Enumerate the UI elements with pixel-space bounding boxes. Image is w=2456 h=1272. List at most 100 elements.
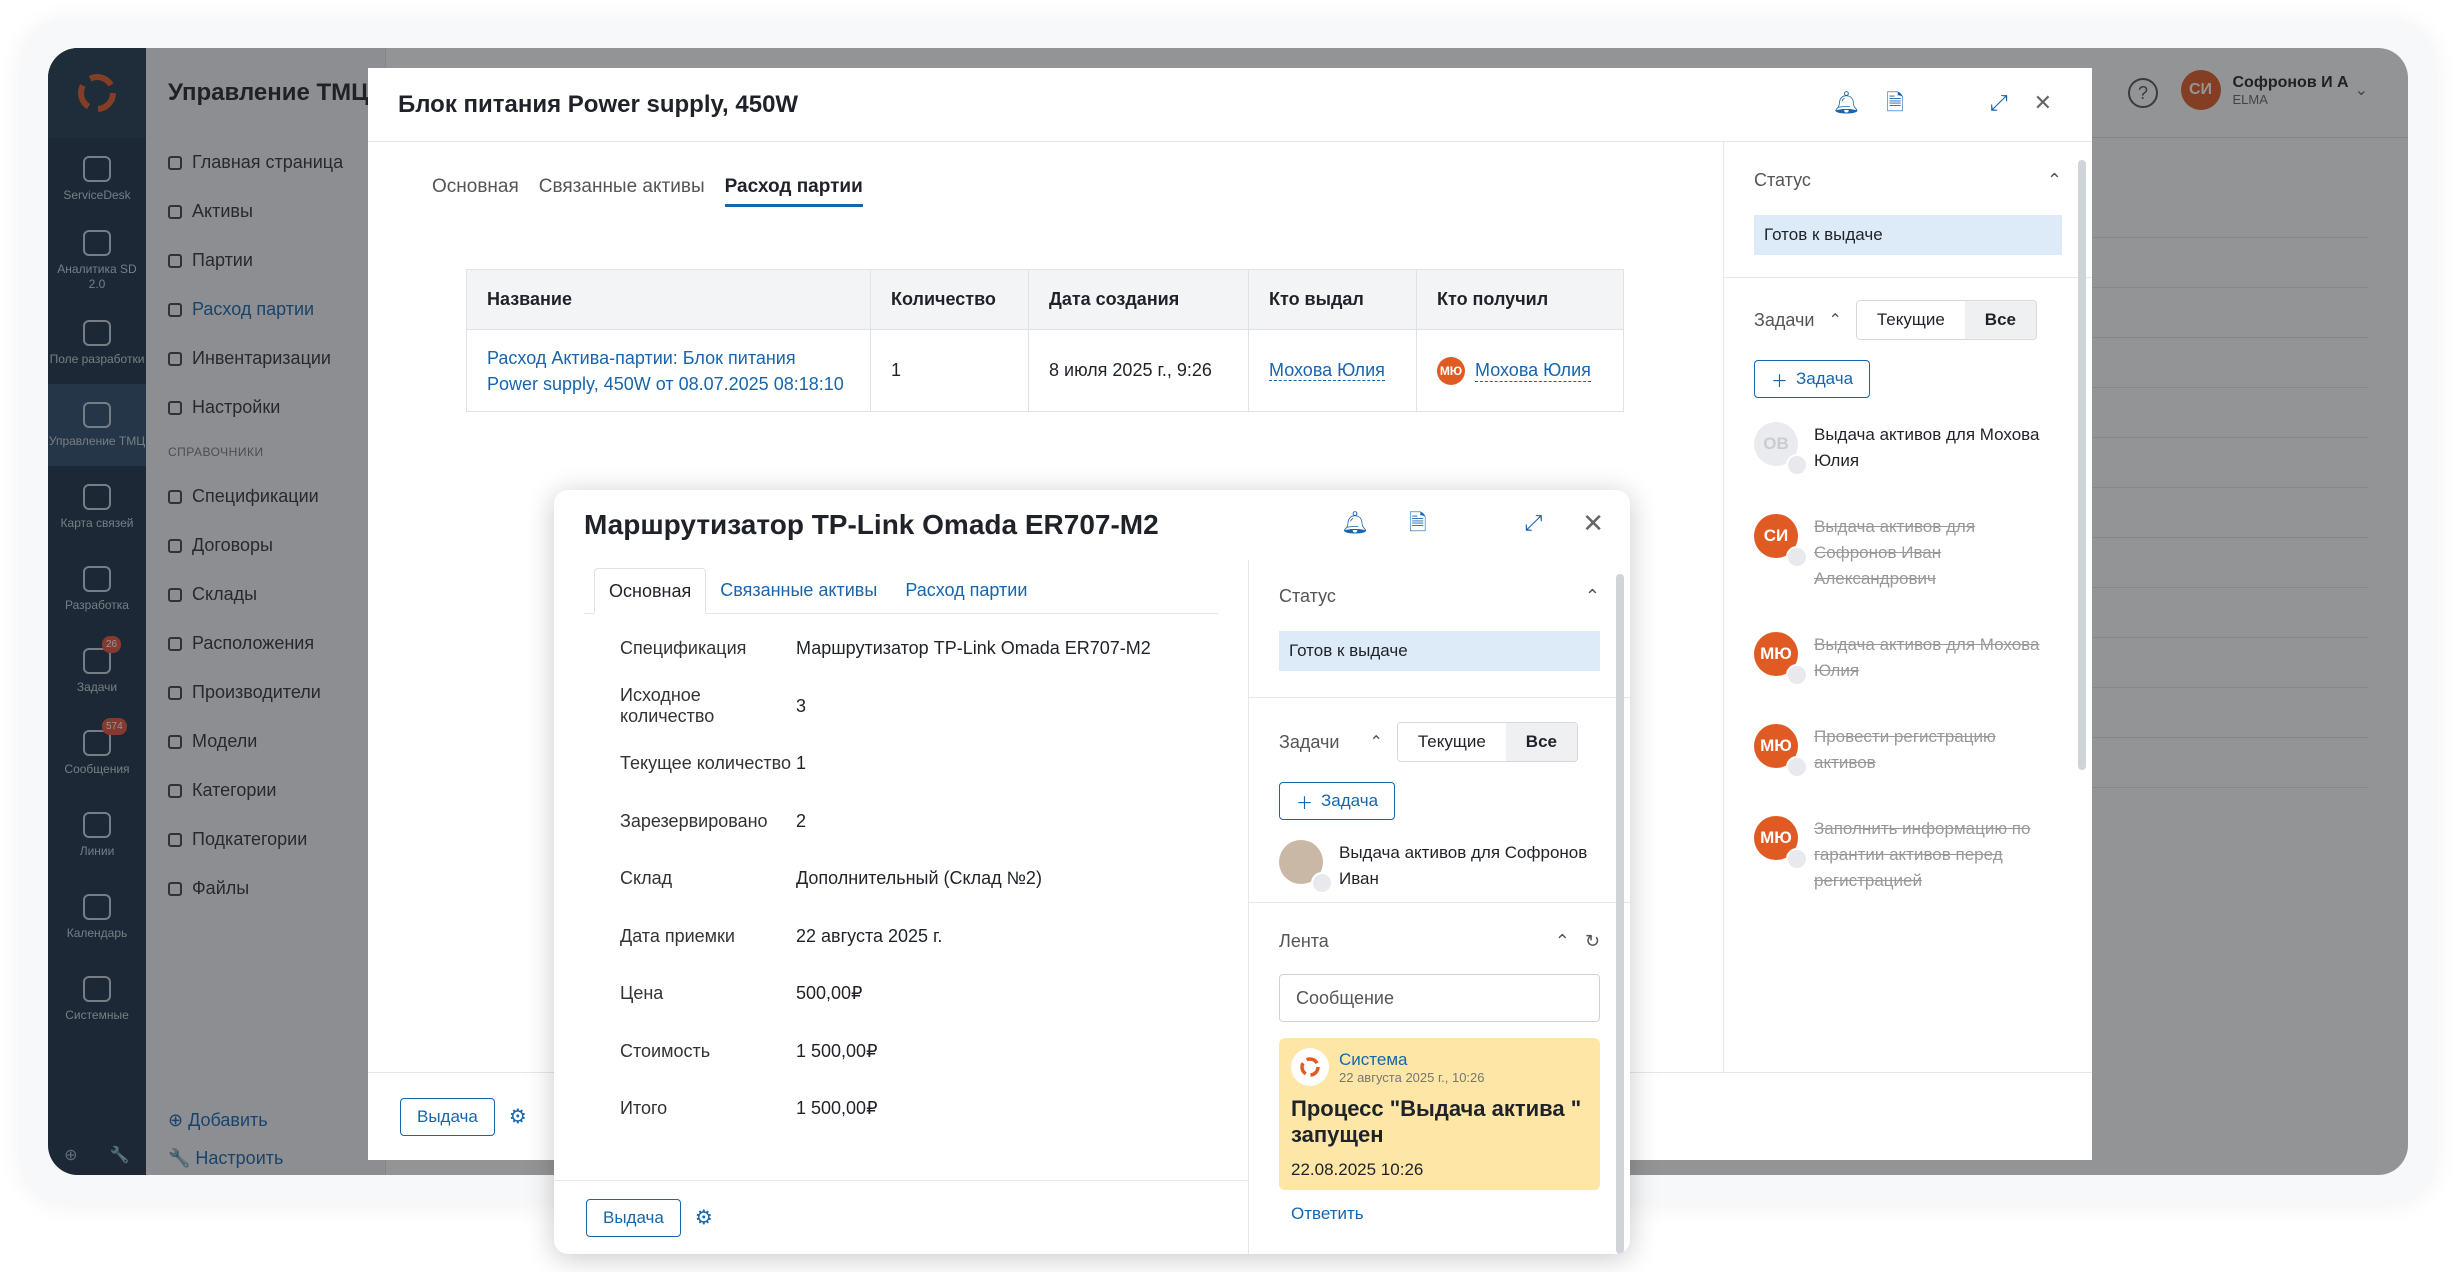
- feed-text: Процесс "Выдача актива " запущен: [1291, 1096, 1582, 1147]
- expand-icon[interactable]: ⤢: [1525, 510, 1543, 536]
- avatar-initials: МЮ: [1760, 828, 1792, 847]
- bell-icon[interactable]: 🔔︎: [1832, 90, 1860, 116]
- tab-main[interactable]: Основная: [594, 568, 707, 614]
- avatar: МЮ: [1754, 632, 1808, 686]
- gear-icon[interactable]: ⚙: [509, 1104, 527, 1129]
- task-item[interactable]: МЮ Заполнить информацию по гарантии актив…: [1754, 816, 2062, 894]
- column-header-created[interactable]: Дата создания: [1028, 269, 1249, 330]
- column-header-issuer[interactable]: Кто выдал: [1248, 269, 1417, 330]
- table-row[interactable]: Расход Актива-партии: Блок питания Power…: [466, 329, 1624, 412]
- avatar: МЮ: [1754, 816, 1808, 870]
- tab-linked-assets[interactable]: Связанные активы: [706, 567, 891, 613]
- property-row: Зарезервировано 2: [554, 793, 1248, 851]
- tab-batch-consumption[interactable]: Расход партии: [891, 567, 1041, 613]
- gear-icon[interactable]: ⚙: [695, 1205, 713, 1230]
- plus-icon: ＋: [1771, 371, 1788, 391]
- property-row: Итого 1 500,00₽: [554, 1080, 1248, 1138]
- chevron-up-icon[interactable]: ⌃: [1369, 732, 1382, 752]
- column-header-name[interactable]: Название: [466, 269, 871, 330]
- feed-header[interactable]: Лента ⌃ ↻: [1279, 931, 1600, 952]
- status-label: Статус: [1754, 170, 1811, 190]
- filter-current[interactable]: Текущие: [1857, 301, 1965, 339]
- status-value: Готов к выдаче: [1754, 215, 2062, 255]
- property-label: Стоимость: [620, 1040, 711, 1061]
- tab-batch-consumption[interactable]: Расход партии: [724, 176, 863, 207]
- avatar-initials: МЮ: [1760, 736, 1792, 755]
- sidepanel-scrollbar[interactable]: [1616, 574, 1624, 1254]
- tab-linked-assets[interactable]: Связанные активы: [539, 176, 705, 198]
- status-value: Готов к выдаче: [1279, 631, 1600, 671]
- message-input[interactable]: Сообщение: [1279, 974, 1600, 1022]
- task-title: Выдача активов для Мохова Юлия: [1814, 425, 2040, 470]
- task-title: Выдача активов для Мохова Юлия: [1814, 635, 2040, 680]
- issue-button[interactable]: Выдача: [586, 1198, 681, 1237]
- task-item[interactable]: МЮ Выдача активов для Мохова Юлия: [1754, 632, 2062, 686]
- property-value: 22 августа 2025 г.: [796, 925, 943, 946]
- chevron-up-icon[interactable]: ⌃: [1828, 310, 1841, 330]
- document-icon[interactable]: 🗎: [1409, 510, 1427, 536]
- sidepanel-scrollbar[interactable]: [2078, 160, 2086, 770]
- task-item[interactable]: ОВ Выдача активов для Мохова Юлия: [1754, 422, 2062, 476]
- task-item[interactable]: МЮ Провести регистрацию активов: [1754, 724, 2062, 778]
- feed-author[interactable]: Система: [1339, 1050, 1485, 1070]
- add-task-button[interactable]: ＋ Задача: [1279, 782, 1396, 820]
- filter-current[interactable]: Текущие: [1398, 723, 1506, 761]
- property-row: Спецификация Маршрутизатор TP-Link Omada …: [554, 620, 1248, 678]
- tasks-filter: Текущие Все: [1855, 300, 2037, 340]
- feed-date: 22.08.2025 10:26: [1291, 1160, 1424, 1179]
- filter-all[interactable]: Все: [1505, 723, 1577, 761]
- property-value[interactable]: Дополнительный (Склад №2): [796, 868, 1042, 889]
- add-task-label: Задача: [1796, 369, 1854, 388]
- task-item[interactable]: СИ Выдача активов для Софронов Иван Алекс…: [1754, 514, 2062, 592]
- issuer-link[interactable]: Мохова Юлия: [1269, 360, 1385, 381]
- status-header[interactable]: Статус ⌃: [1754, 170, 2062, 191]
- property-value[interactable]: Маршрутизатор TP-Link Omada ER707-M2: [796, 638, 1151, 659]
- avatar-initials: МЮ: [1760, 644, 1792, 663]
- tasks-label: Задачи: [1754, 309, 1815, 330]
- property-label: Итого: [620, 1098, 668, 1119]
- avatar: СИ: [1754, 514, 1808, 568]
- property-label: Текущее количество: [620, 753, 791, 774]
- filter-all[interactable]: Все: [1964, 301, 2036, 339]
- status-header[interactable]: Статус ⌃: [1279, 586, 1600, 607]
- property-value: 2: [796, 810, 807, 831]
- task-title: Выдача активов для Софронов Иван Алексан…: [1814, 517, 1976, 588]
- property-value: 500,00₽: [796, 983, 863, 1004]
- task-item[interactable]: Выдача активов для Софронов Иван: [1279, 840, 1600, 894]
- row-name-link[interactable]: Расход Актива-партии: Блок питания Power…: [466, 329, 871, 412]
- property-label: Цена: [620, 983, 664, 1004]
- property-row: Исходное количество 3: [554, 678, 1248, 736]
- router-modal: Маршрутизатор TP-Link Omada ER707-M2 🔔︎ …: [554, 490, 1630, 1254]
- document-icon[interactable]: 🗎: [1886, 90, 1904, 116]
- chevron-up-icon[interactable]: ⌃: [1555, 931, 1570, 951]
- close-icon[interactable]: ✕: [1582, 510, 1604, 536]
- tasks-label: Задачи: [1279, 731, 1340, 752]
- task-title: Заполнить информацию по гарантии активов…: [1814, 819, 2031, 890]
- bell-icon[interactable]: 🔔︎: [1341, 510, 1369, 536]
- consumption-table: Название Количество Дата создания Кто вы…: [466, 269, 1624, 412]
- tab-main[interactable]: Основная: [432, 176, 519, 198]
- avatar-initials: СИ: [1763, 526, 1789, 545]
- task-title: Выдача активов для Софронов Иван: [1339, 843, 1588, 888]
- property-value: 3: [796, 695, 807, 716]
- avatar-initials: ОВ: [1763, 434, 1789, 453]
- expand-icon[interactable]: ⤢: [1990, 90, 2008, 116]
- task-title: Провести регистрацию активов: [1814, 727, 1996, 772]
- task-icon: [1311, 872, 1333, 894]
- issue-button[interactable]: Выдача: [400, 1097, 495, 1136]
- column-header-quantity[interactable]: Количество: [870, 269, 1029, 330]
- reply-link[interactable]: Ответить: [1279, 1204, 1600, 1224]
- row-quantity: 1: [870, 329, 1029, 412]
- chevron-up-icon: ⌃: [2046, 170, 2062, 190]
- close-icon[interactable]: ✕: [2034, 90, 2052, 116]
- add-task-button[interactable]: ＋ Задача: [1754, 360, 1871, 398]
- feed-label: Лента: [1279, 931, 1329, 951]
- row-date: 8 июля 2025 г., 9:26: [1028, 329, 1249, 412]
- tasks-filter: Текущие Все: [1396, 722, 1578, 762]
- receiver-link[interactable]: Мохова Юлия: [1475, 360, 1591, 382]
- property-label: Склад: [620, 868, 673, 889]
- refresh-icon[interactable]: ↻: [1585, 931, 1600, 951]
- batch-modal-tabs: Основная Связанные активы Расход партии: [368, 142, 1723, 232]
- column-header-receiver[interactable]: Кто получил: [1416, 269, 1624, 330]
- property-row: Склад Дополнительный (Склад №2): [554, 850, 1248, 908]
